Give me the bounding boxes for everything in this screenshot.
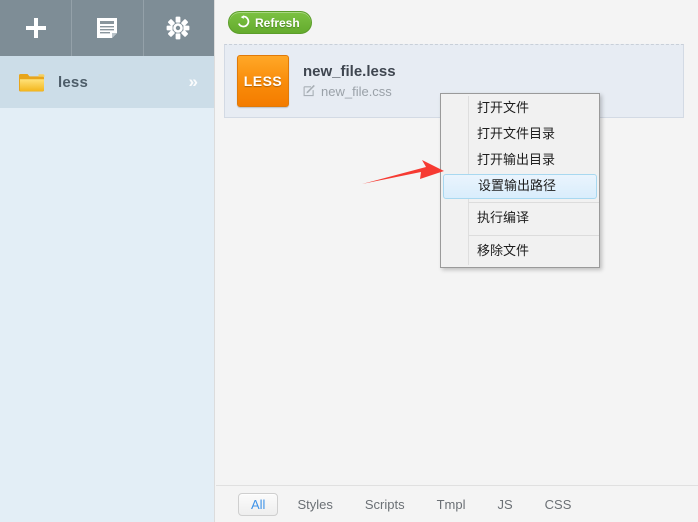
plus-icon xyxy=(22,14,50,42)
menu-item-open-file[interactable]: 打开文件 xyxy=(441,96,599,122)
files-button[interactable] xyxy=(71,0,142,56)
less-badge: LESS xyxy=(237,55,289,107)
refresh-icon xyxy=(237,14,250,31)
filter-tab-css[interactable]: CSS xyxy=(532,493,585,516)
refresh-label: Refresh xyxy=(255,15,300,30)
menu-item-open-output-dir[interactable]: 打开输出目录 xyxy=(441,148,599,174)
refresh-button[interactable]: Refresh xyxy=(228,11,312,34)
folder-icon xyxy=(18,71,46,93)
file-meta: new_file.less new_file.css xyxy=(303,63,396,100)
sidebar-item-less[interactable]: less » xyxy=(0,56,214,108)
filter-bar: All Styles Scripts Tmpl JS CSS xyxy=(216,485,698,522)
document-icon xyxy=(94,15,120,41)
add-button[interactable] xyxy=(0,0,71,56)
sidebar-toolbar xyxy=(0,0,214,56)
filter-tab-all[interactable]: All xyxy=(238,492,279,516)
edit-icon xyxy=(303,84,316,100)
menu-separator xyxy=(469,202,599,203)
filter-tab-styles[interactable]: Styles xyxy=(284,493,345,516)
menu-item-remove-file[interactable]: 移除文件 xyxy=(441,239,599,265)
file-output-name: new_file.css xyxy=(321,84,392,99)
context-menu: 打开文件 打开文件目录 打开输出目录 设置输出路径 执行编译 移除文件 xyxy=(440,93,600,268)
file-name: new_file.less xyxy=(303,62,396,80)
filter-tab-tmpl[interactable]: Tmpl xyxy=(424,493,479,516)
menu-item-set-output-path[interactable]: 设置输出路径 xyxy=(443,174,597,199)
menu-separator xyxy=(469,235,599,236)
main-toolbar: Refresh xyxy=(216,0,698,34)
filter-tab-js[interactable]: JS xyxy=(484,493,525,516)
sidebar-item-label: less xyxy=(58,73,88,91)
application-window: less » Refresh LESS new_file.less new_fi… xyxy=(0,0,698,522)
menu-item-open-file-dir[interactable]: 打开文件目录 xyxy=(441,122,599,148)
gear-icon xyxy=(164,14,192,42)
file-output[interactable]: new_file.css xyxy=(303,84,396,100)
sidebar: less » xyxy=(0,0,215,522)
settings-button[interactable] xyxy=(142,0,214,56)
menu-item-compile[interactable]: 执行编译 xyxy=(441,206,599,232)
filter-tab-scripts[interactable]: Scripts xyxy=(352,493,418,516)
expand-chevrons-icon[interactable]: » xyxy=(189,72,200,92)
